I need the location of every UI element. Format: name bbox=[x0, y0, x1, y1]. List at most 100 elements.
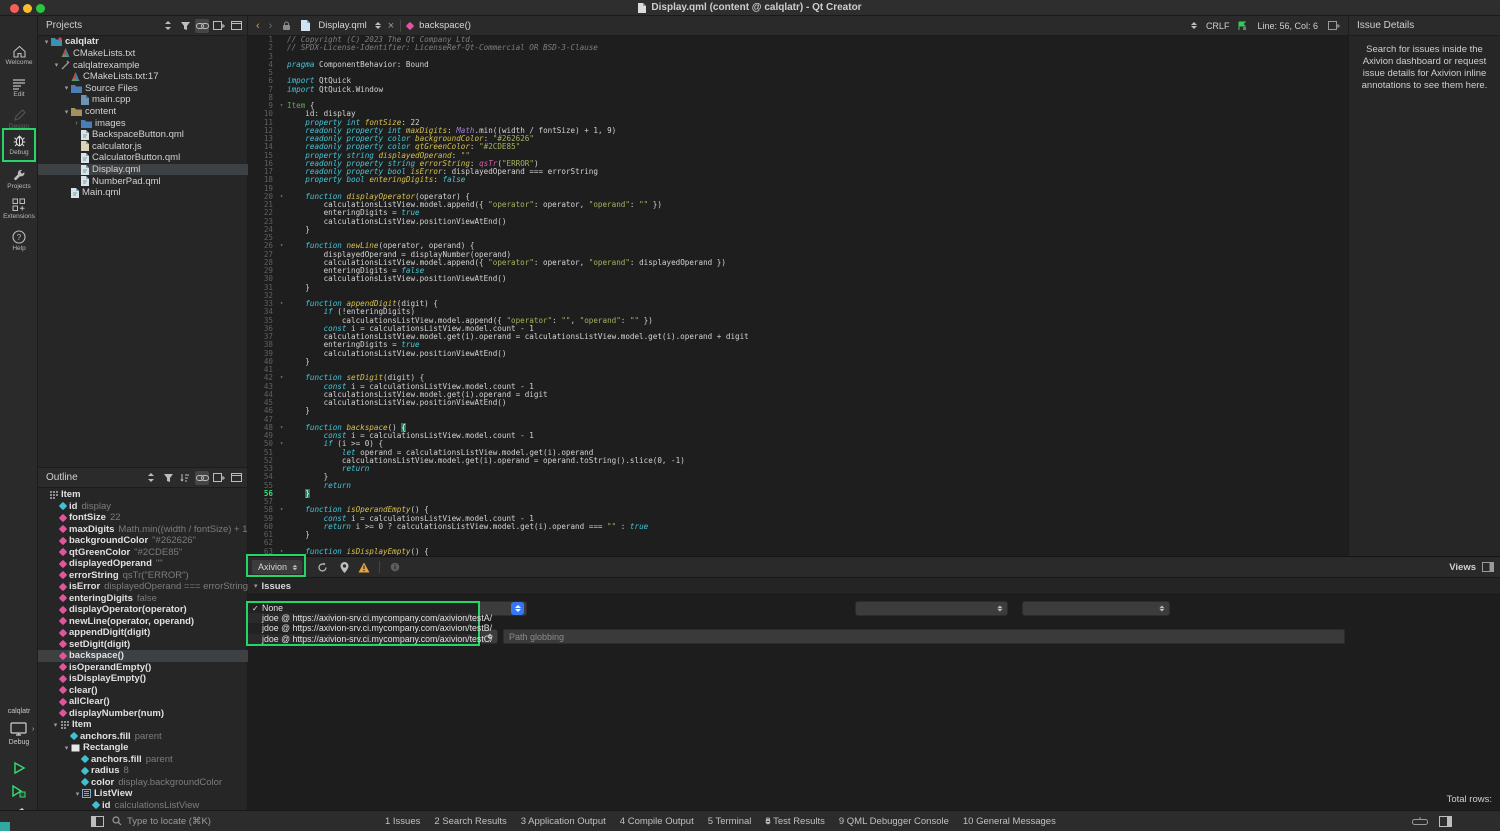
outline-item-isdisplayempty-[interactable]: isDisplayEmpty() bbox=[38, 673, 248, 685]
symbol-stepper[interactable] bbox=[1189, 19, 1200, 32]
projects-panel-title[interactable]: Projects bbox=[42, 20, 82, 31]
outline-item-item[interactable]: ▾Item bbox=[38, 719, 248, 731]
output-tab-10-general-messages[interactable]: 10 General Messages bbox=[963, 816, 1056, 827]
tree-item-calculator-js[interactable]: calculator.js bbox=[38, 141, 248, 153]
dropdown-option-none[interactable]: ✓None bbox=[248, 603, 478, 613]
code-line-31[interactable]: 31 } bbox=[248, 284, 1348, 292]
sync-with-editor-icon[interactable] bbox=[195, 471, 209, 485]
dropdown-option-server-1[interactable]: jdoe @ https://axivion-srv.ci.mycompany.… bbox=[248, 613, 478, 623]
sync-with-editor-icon[interactable] bbox=[195, 19, 209, 33]
detach-panel-icon[interactable] bbox=[229, 19, 243, 33]
run-button[interactable] bbox=[12, 761, 26, 775]
code-line-18[interactable]: 18 property bool enteringDigits: false bbox=[248, 176, 1348, 184]
open-file-name[interactable]: Display.qml bbox=[318, 20, 366, 31]
stepper-blue-icon[interactable] bbox=[511, 602, 524, 615]
output-tab-1-issues[interactable]: 1 Issues bbox=[385, 816, 420, 827]
code-line-46[interactable]: 46 } bbox=[248, 407, 1348, 415]
file-dropdown-stepper[interactable] bbox=[373, 19, 384, 32]
outline-item-newline-operator-operand-[interactable]: newLine(operator, operand) bbox=[38, 616, 248, 628]
close-window-icon[interactable] bbox=[10, 4, 19, 13]
path-globbing-input[interactable]: Path globbing bbox=[503, 629, 1345, 644]
outline-item-displayoperator-operator-[interactable]: displayOperator(operator) bbox=[38, 604, 248, 616]
code-line-45[interactable]: 45 calculationsListView.positionViewAtEn… bbox=[248, 399, 1348, 407]
line-ending-selector[interactable]: CRLF bbox=[1206, 21, 1230, 31]
progress-details-icon[interactable] bbox=[1412, 817, 1428, 825]
mode-extensions[interactable]: Extensions bbox=[0, 193, 38, 224]
outline-item-allclear-[interactable]: allClear() bbox=[38, 696, 248, 708]
toggle-right-sidebar-icon[interactable] bbox=[1438, 814, 1452, 828]
code-editor[interactable]: 1// Copyright (C) 2023 The Qt Company Lt… bbox=[248, 36, 1348, 556]
output-tab-5-terminal[interactable]: 5 Terminal bbox=[708, 816, 752, 827]
mode-welcome[interactable]: Welcome bbox=[0, 40, 38, 71]
warning-filter-icon[interactable] bbox=[357, 560, 371, 574]
dropdown-option-server-3[interactable]: jdoe @ https://axivion-srv.ci.mycompany.… bbox=[248, 634, 478, 644]
filter-icon[interactable] bbox=[178, 19, 192, 33]
sort-icon[interactable] bbox=[178, 471, 192, 485]
code-line-8[interactable]: 8 bbox=[248, 94, 1348, 102]
toggle-left-sidebar-icon[interactable] bbox=[90, 814, 104, 828]
outline-item-displaynumber-num-[interactable]: displayNumber(num) bbox=[38, 708, 248, 720]
tree-item-cmakelists-txt-17[interactable]: CMakeLists.txt:17 bbox=[38, 71, 248, 83]
split-panel-icon[interactable] bbox=[212, 471, 226, 485]
code-line-52[interactable]: 52 calculationsListView.model.get(i).ope… bbox=[248, 457, 1348, 465]
outline-item-iserror[interactable]: isErrordisplayedOperand === errorString bbox=[38, 581, 248, 593]
code-line-55[interactable]: 55 return bbox=[248, 482, 1348, 490]
code-line-60[interactable]: 60 return i >= 0 ? calculationsListView.… bbox=[248, 523, 1348, 531]
split-editor-icon[interactable] bbox=[1328, 21, 1340, 31]
info-icon[interactable] bbox=[388, 560, 402, 574]
code-line-47[interactable]: 47 bbox=[248, 416, 1348, 424]
code-line-7[interactable]: 7import QtQuick.Window bbox=[248, 86, 1348, 94]
annotation-flag-icon[interactable] bbox=[1237, 21, 1247, 31]
outline-item-qtgreencolor[interactable]: qtGreenColor"#2CDE85" bbox=[38, 547, 248, 559]
outline-item-fontsize[interactable]: fontSize22 bbox=[38, 512, 248, 524]
mode-projects[interactable]: Projects bbox=[0, 163, 38, 194]
mode-edit[interactable]: Edit bbox=[0, 72, 38, 103]
outline-item-displayedoperand[interactable]: displayedOperand"" bbox=[38, 558, 248, 570]
code-line-56[interactable]: 56 } bbox=[248, 490, 1348, 498]
outline-item-rectangle[interactable]: ▾Rectangle bbox=[38, 742, 248, 754]
outline-item-setdigit-digit-[interactable]: setDigit(digit) bbox=[38, 639, 248, 651]
output-tab-9-qml-debugger-console[interactable]: 9 QML Debugger Console bbox=[839, 816, 949, 827]
code-line-40[interactable]: 40 } bbox=[248, 358, 1348, 366]
outline-item-id[interactable]: iddisplay bbox=[38, 501, 248, 513]
tree-item-images[interactable]: ›images bbox=[38, 117, 248, 129]
nav-back-button[interactable]: ‹ bbox=[256, 20, 260, 32]
output-panes-stepper[interactable] bbox=[763, 815, 773, 827]
tree-item-source-files[interactable]: ▾Source Files bbox=[38, 82, 248, 94]
tree-item-display-qml[interactable]: Display.qml bbox=[38, 164, 248, 176]
code-line-23[interactable]: 23 calculationsListView.positionViewAtEn… bbox=[248, 218, 1348, 226]
code-line-61[interactable]: 61 } bbox=[248, 531, 1348, 539]
outline-item-anchors-fill[interactable]: anchors.fillparent bbox=[38, 754, 248, 766]
dashboard-combobox[interactable]: Axivion bbox=[251, 559, 303, 575]
outline-item-backgroundcolor[interactable]: backgroundColor"#262626" bbox=[38, 535, 248, 547]
output-tab-4-compile-output[interactable]: 4 Compile Output bbox=[620, 816, 694, 827]
code-line-49[interactable]: 49 const i = calculationsListView.model.… bbox=[248, 432, 1348, 440]
outline-item-listview[interactable]: ▾ListView bbox=[38, 788, 248, 800]
code-line-24[interactable]: 24 } bbox=[248, 226, 1348, 234]
tree-item-backspacebutton-qml[interactable]: BackspaceButton.qml bbox=[38, 129, 248, 141]
detach-panel-icon[interactable] bbox=[229, 471, 243, 485]
code-line-53[interactable]: 53 return bbox=[248, 465, 1348, 473]
filter-stepper[interactable] bbox=[161, 19, 175, 33]
outline-item-anchors-fill[interactable]: anchors.fillparent bbox=[38, 731, 248, 743]
views-button[interactable]: Views bbox=[1449, 562, 1476, 573]
outline-item-clear-[interactable]: clear() bbox=[38, 685, 248, 697]
tree-item-numberpad-qml[interactable]: NumberPad.qml bbox=[38, 175, 248, 187]
code-line-39[interactable]: 39 calculationsListView.positionViewAtEn… bbox=[248, 350, 1348, 358]
minimize-window-icon[interactable] bbox=[23, 4, 32, 13]
cursor-position[interactable]: Line: 56, Col: 6 bbox=[1257, 21, 1318, 31]
filter-stepper[interactable] bbox=[144, 471, 158, 485]
mode-help[interactable]: ?Help bbox=[0, 225, 38, 256]
outline-item-item[interactable]: Item bbox=[38, 489, 248, 501]
nav-forward-button[interactable]: › bbox=[269, 20, 273, 32]
code-line-2[interactable]: 2// SPDX-License-Identifier: LicenseRef-… bbox=[248, 44, 1348, 52]
tree-item-cmakelists-txt[interactable]: CMakeLists.txt bbox=[38, 48, 248, 60]
tree-item-calqlatrexample[interactable]: ▾calqlatrexample bbox=[38, 59, 248, 71]
filter-icon[interactable] bbox=[161, 471, 175, 485]
output-tab-2-search-results[interactable]: 2 Search Results bbox=[434, 816, 506, 827]
filter-combobox-1[interactable] bbox=[855, 601, 1008, 616]
locator-field[interactable]: Type to locate (⌘K) bbox=[112, 816, 211, 827]
output-tab-8-test-results[interactable]: 8 Test Results bbox=[765, 816, 825, 827]
outline-item-color[interactable]: colordisplay.backgroundColor bbox=[38, 777, 248, 789]
tree-item-content[interactable]: ▾content bbox=[38, 106, 248, 118]
